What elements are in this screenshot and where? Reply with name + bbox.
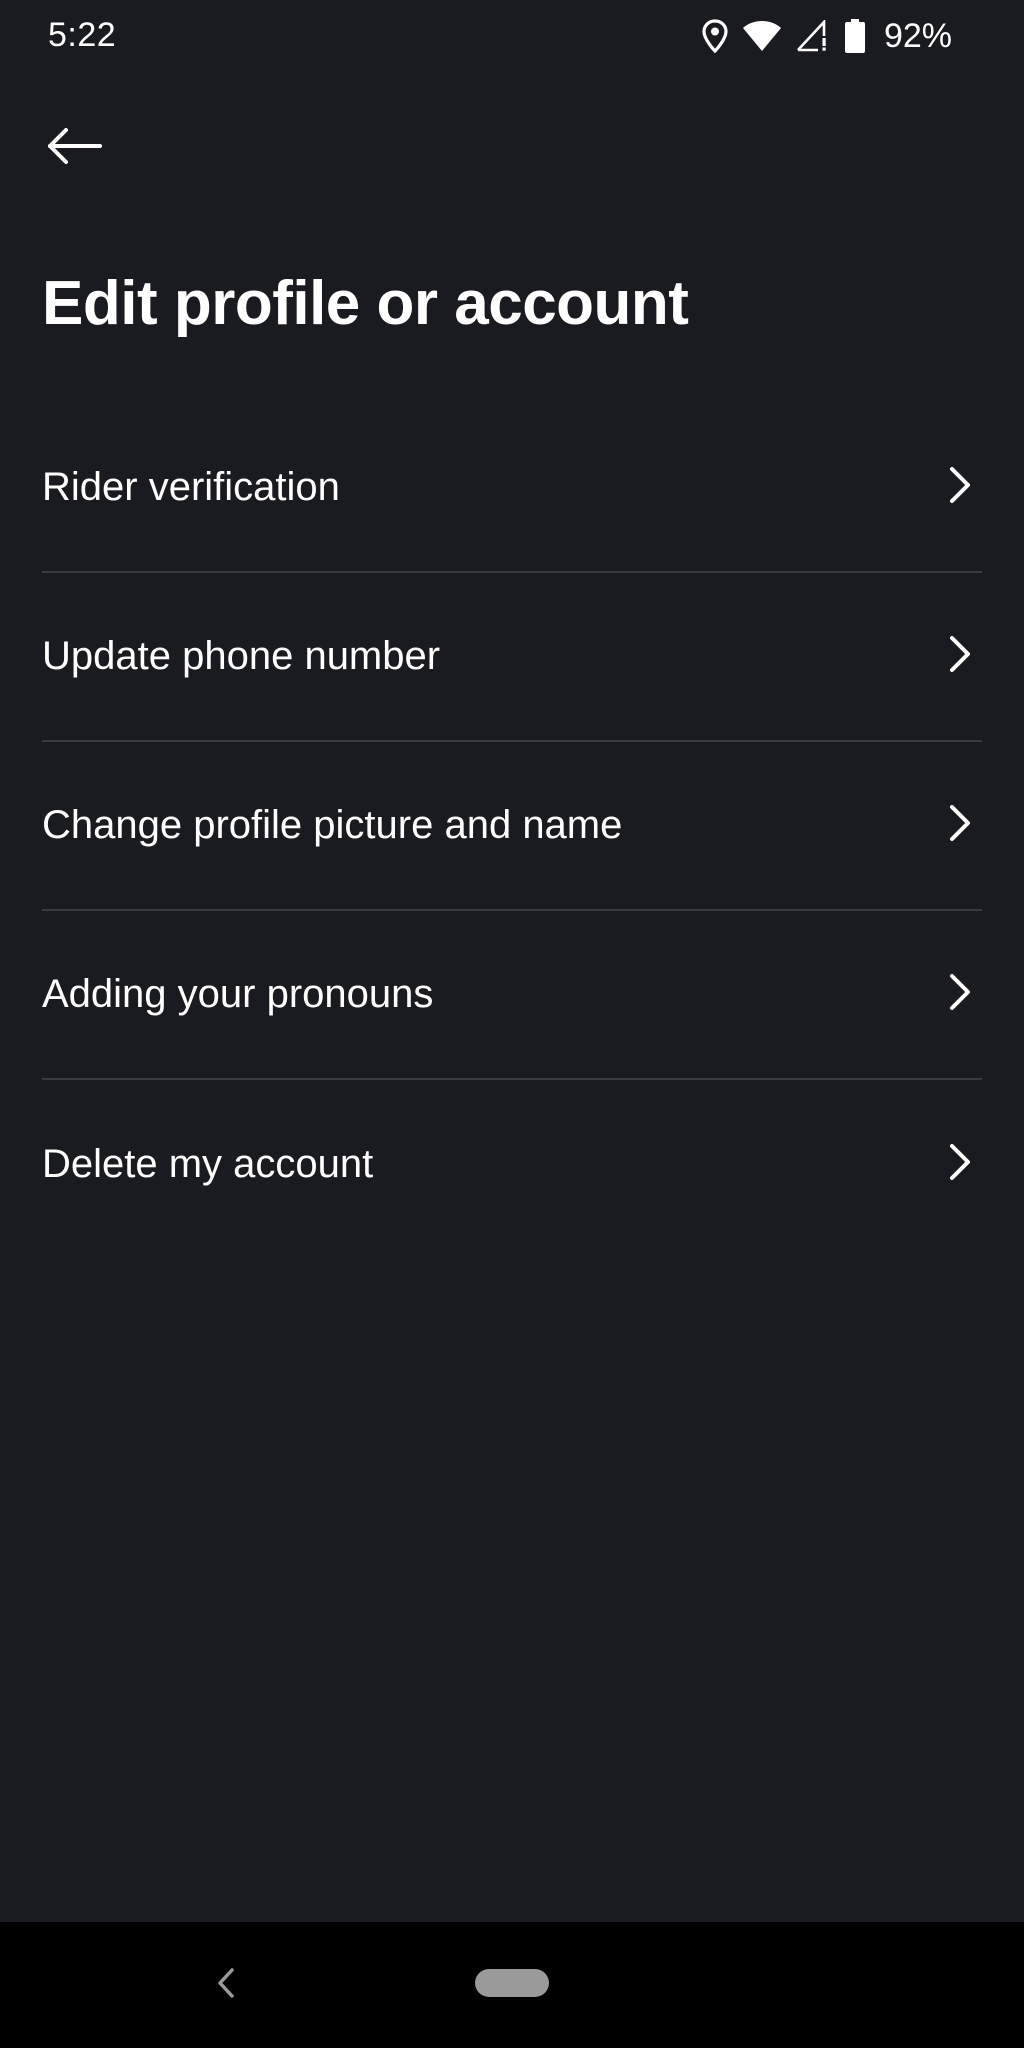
battery-percent: 92%: [883, 16, 952, 55]
menu-item-update-phone-number[interactable]: Update phone number: [42, 573, 982, 742]
nav-back-icon: [216, 1966, 236, 2005]
arrow-left-icon: [46, 126, 102, 171]
status-time: 5:22: [48, 16, 117, 54]
chevron-right-icon: [940, 803, 982, 848]
chevron-right-icon: [940, 972, 982, 1017]
system-nav-bar: [0, 1922, 1024, 2048]
wifi-icon: [742, 20, 782, 52]
menu-item-adding-pronouns[interactable]: Adding your pronouns: [42, 911, 982, 1080]
screen: 5:22 92% Edit profile or account Rider v…: [0, 0, 1024, 2048]
menu-list: Rider verification Update phone number C…: [42, 404, 982, 1249]
menu-item-label: Adding your pronouns: [42, 972, 434, 1016]
menu-item-label: Delete my account: [42, 1142, 374, 1186]
menu-item-rider-verification[interactable]: Rider verification: [42, 404, 982, 573]
back-button[interactable]: [34, 108, 114, 188]
status-bar: 5:22 92%: [0, 0, 1024, 72]
battery-icon: [844, 18, 866, 54]
page-title: Edit profile or account: [42, 269, 689, 338]
cellular-signal-icon: [796, 20, 830, 52]
menu-item-label: Rider verification: [42, 465, 340, 509]
menu-item-label: Change profile picture and name: [42, 803, 623, 847]
home-pill-icon[interactable]: [475, 1969, 549, 1997]
menu-item-delete-account[interactable]: Delete my account: [42, 1080, 982, 1249]
chevron-right-icon: [940, 634, 982, 679]
menu-item-label: Update phone number: [42, 634, 441, 678]
status-icons: 92%: [702, 14, 952, 58]
menu-item-change-profile-picture[interactable]: Change profile picture and name: [42, 742, 982, 911]
chevron-right-icon: [940, 465, 982, 510]
location-icon: [702, 19, 728, 53]
chevron-right-icon: [940, 1142, 982, 1187]
nav-back-button[interactable]: [206, 1960, 246, 2010]
